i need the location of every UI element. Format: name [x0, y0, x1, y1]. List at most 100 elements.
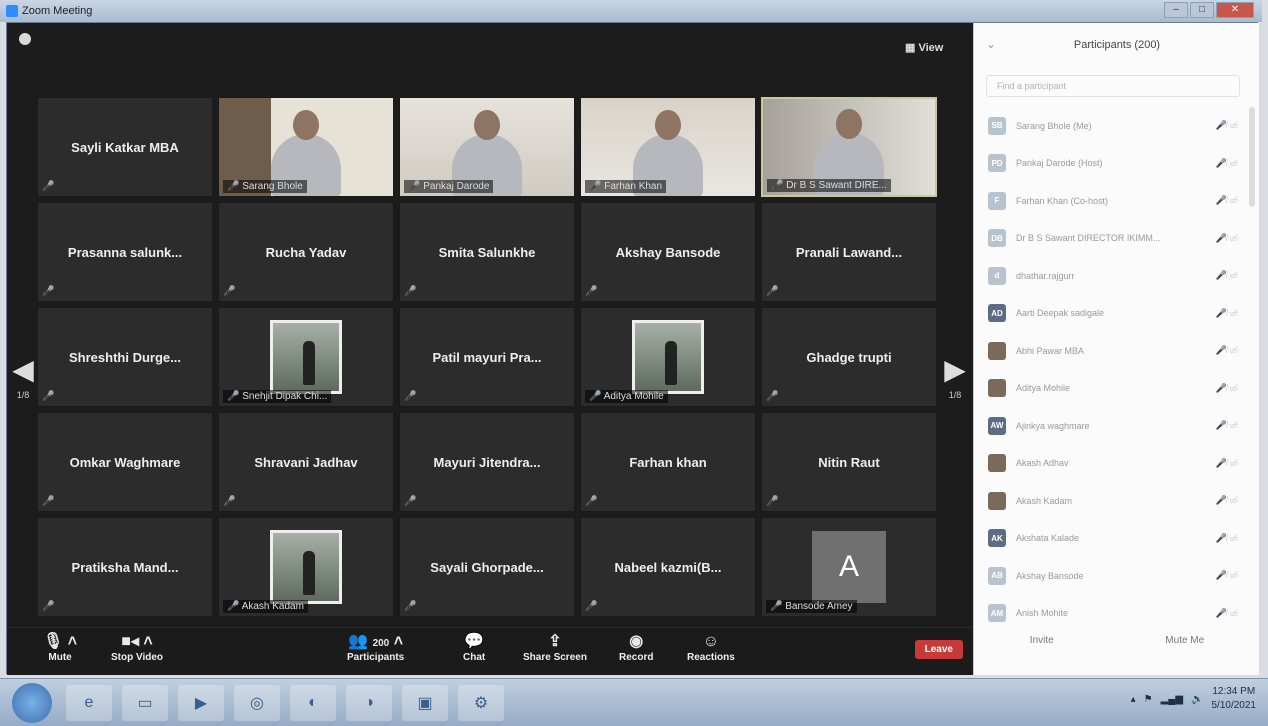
mute-label: Mute	[48, 652, 72, 663]
participant-row[interactable]: AM Anish Mohite 🎤̸ ▭̸	[974, 595, 1260, 633]
video-tile[interactable]: Smita Salunkhe 🎤	[399, 202, 575, 302]
close-button[interactable]: ✕	[1216, 2, 1254, 18]
video-tile[interactable]: Akshay Bansode 🎤	[580, 202, 756, 302]
video-tile[interactable]: 🎤 Sarang Bhole	[218, 97, 394, 197]
muted-mic-icon: 🎤	[770, 601, 786, 612]
record-button[interactable]: ◉ Record	[619, 632, 653, 663]
participant-row[interactable]: AB Akshay Bansode 🎤̸ ▭̸	[974, 557, 1260, 595]
app-icon[interactable]: ◐	[290, 685, 336, 721]
participant-row-name: Aditya Mohile	[1016, 383, 1071, 394]
network-icon[interactable]: ▂▄▆	[1161, 694, 1183, 705]
clock[interactable]: 12:34 PM 5/10/2021	[1212, 685, 1257, 713]
file-explorer-icon[interactable]: ▭	[122, 685, 168, 721]
mic-video-status-icon: 🎤̸ ▭̸	[1215, 345, 1238, 356]
video-tile[interactable]: Pratiksha Mand... 🎤	[37, 517, 213, 617]
zoom-app-icon	[6, 5, 18, 17]
participant-row[interactable]: d dhathar.rajgurr 🎤̸ ▭̸	[974, 257, 1260, 295]
participant-row[interactable]: Aditya Mohile 🎤̸ ▭̸	[974, 370, 1260, 408]
participant-name: Sayli Katkar MBA	[71, 139, 179, 155]
video-tile[interactable]: 🎤 Pankaj Darode	[399, 97, 575, 197]
video-tile[interactable]: 🎤 Dr B S Sawant DIRE...	[761, 97, 937, 197]
clock-time: 12:34 PM	[1212, 686, 1256, 697]
video-tile[interactable]: Patil mayuri Pra... 🎤	[399, 307, 575, 407]
participant-search-input[interactable]: Find a participant	[986, 75, 1240, 97]
window-titlebar: Zoom Meeting – □ ✕	[0, 0, 1262, 22]
participant-row[interactable]: Akash Adhav 🎤̸ ▭̸	[974, 445, 1260, 483]
stop-video-button[interactable]: ■◂ ˄ Stop Video	[111, 632, 163, 663]
internet-explorer-icon[interactable]: e	[66, 685, 112, 721]
caption-name: Farhan Khan	[604, 181, 663, 192]
tray-arrow-icon[interactable]: ▴	[1131, 694, 1136, 705]
video-tile[interactable]: Farhan khan 🎤	[580, 412, 756, 512]
participant-row[interactable]: AD Aarti Deepak sadigale 🎤̸ ▭̸	[974, 295, 1260, 333]
video-tile[interactable]: Shravani Jadhav 🎤	[218, 412, 394, 512]
participant-list: SB Sarang Bhole (Me) 🎤̸ ▭̸ PD Pankaj Darode …	[974, 107, 1260, 632]
view-button[interactable]: ▦ View	[905, 41, 943, 54]
video-tile[interactable]: Rucha Yadav 🎤	[218, 202, 394, 302]
chrome-icon[interactable]: ◎	[234, 685, 280, 721]
arrow-right-icon: ▶	[944, 353, 966, 385]
video-tile[interactable]: Sayali Ghorpade... 🎤	[399, 517, 575, 617]
video-tile[interactable]: 🎤 Aditya Mohile	[580, 307, 756, 407]
minimize-button[interactable]: –	[1164, 2, 1188, 18]
windows-taskbar: e ▭ ▶ ◎ ◐ ◑ ▣ ⚙ ▴ ⚑ ▂▄▆ 🔈 12:34 PM 5/10/…	[0, 678, 1268, 726]
video-tile[interactable]: 🎤 Farhan Khan	[580, 97, 756, 197]
maximize-button[interactable]: □	[1190, 2, 1214, 18]
video-tile[interactable]: Omkar Waghmare 🎤	[37, 412, 213, 512]
participant-row[interactable]: SB Sarang Bhole (Me) 🎤̸ ▭̸	[974, 107, 1260, 145]
muted-mic-icon: 🎤	[766, 496, 779, 507]
mute-me-button[interactable]: Mute Me	[1165, 635, 1204, 646]
mic-video-status-icon: 🎤̸ ▭̸	[1215, 382, 1238, 393]
media-player-icon[interactable]: ▶	[178, 685, 224, 721]
mute-button[interactable]: 🎙 ˄ Mute	[43, 632, 77, 663]
invite-button[interactable]: Invite	[1030, 635, 1054, 646]
system-tray: ▴ ⚑ ▂▄▆ 🔈 12:34 PM 5/10/2021	[1131, 685, 1256, 713]
page-indicator-left: 1/8	[16, 389, 30, 400]
video-tile[interactable]: 🎤 Snehjit Dipak Chi...	[218, 307, 394, 407]
volume-icon[interactable]: 🔈	[1191, 694, 1203, 705]
participant-name: Pranali Lawand...	[795, 244, 903, 260]
participant-avatar	[988, 341, 1006, 360]
video-tile[interactable]: Mayuri Jitendra... 🎤	[399, 412, 575, 512]
start-button[interactable]	[12, 683, 52, 723]
video-tile[interactable]: Ghadge trupti 🎤	[761, 307, 937, 407]
zoom-taskbar-icon[interactable]: ◑	[346, 685, 392, 721]
participant-row[interactable]: DB Dr B S Sawant DIRECTOR IKIMM... 🎤̸ ▭̸	[974, 220, 1260, 258]
participants-button[interactable]: 👥 200 ˄ Participants	[347, 632, 404, 663]
leave-button[interactable]: Leave	[914, 640, 963, 659]
video-tile[interactable]: A 🎤 Bansode Amey	[761, 517, 937, 617]
participant-row-name: Akash Kadam	[1016, 495, 1073, 506]
security-shield-icon[interactable]	[19, 33, 31, 45]
next-page-button[interactable]: ▶ 1/8	[941, 341, 969, 411]
flag-icon[interactable]: ⚑	[1144, 694, 1153, 705]
participant-row[interactable]: PD Pankaj Darode (Host) 🎤̸ ▭̸	[974, 145, 1260, 183]
participant-name: Nitin Raut	[818, 454, 880, 470]
muted-mic-icon: 🎤	[766, 391, 779, 402]
video-tile[interactable]: Shreshthi Durge... 🎤	[37, 307, 213, 407]
video-tile[interactable]: Nitin Raut 🎤	[761, 412, 937, 512]
participant-row[interactable]: Abhi Pawar MBA 🎤̸ ▭̸	[974, 332, 1260, 370]
participant-name: Pratiksha Mand...	[71, 559, 179, 575]
participant-row[interactable]: F Farhan Khan (Co-host) 🎤̸ ▭̸	[974, 182, 1260, 220]
video-tile[interactable]: Pranali Lawand... 🎤	[761, 202, 937, 302]
video-tile[interactable]: Nabeel kazmi(B... 🎤	[580, 517, 756, 617]
settings-taskbar-icon[interactable]: ⚙	[458, 685, 504, 721]
participant-row[interactable]: AK Akshata Kalade 🎤̸ ▭̸	[974, 520, 1260, 558]
video-tile[interactable]: Sayli Katkar MBA 🎤	[37, 97, 213, 197]
muted-mic-icon: 🎤	[585, 601, 598, 612]
prev-page-button[interactable]: ◀ 1/8	[9, 341, 37, 411]
muted-mic-icon: 🎤	[404, 391, 417, 402]
window-controls: – □ ✕	[1164, 2, 1254, 18]
participant-row[interactable]: Akash Kadam 🎤̸ ▭̸	[974, 482, 1260, 520]
video-tile[interactable]: 🎤 Akash Kadam	[218, 517, 394, 617]
video-tile[interactable]: Prasanna salunk... 🎤	[37, 202, 213, 302]
participant-name: Akshay Bansode	[615, 244, 721, 260]
avatar: A	[812, 531, 886, 603]
chat-button[interactable]: 💬 Chat	[463, 632, 485, 663]
zoom-meeting-taskbar-icon[interactable]: ▣	[402, 685, 448, 721]
participant-row[interactable]: AW Ajinkya waghmare 🎤̸ ▭̸	[974, 407, 1260, 445]
participant-name: Nabeel kazmi(B...	[614, 559, 722, 575]
reactions-button[interactable]: ☺ Reactions	[687, 632, 735, 663]
video-camera-icon: ■◂ ˄	[121, 633, 153, 650]
share-screen-button[interactable]: ⇪ Share Screen	[523, 632, 587, 663]
